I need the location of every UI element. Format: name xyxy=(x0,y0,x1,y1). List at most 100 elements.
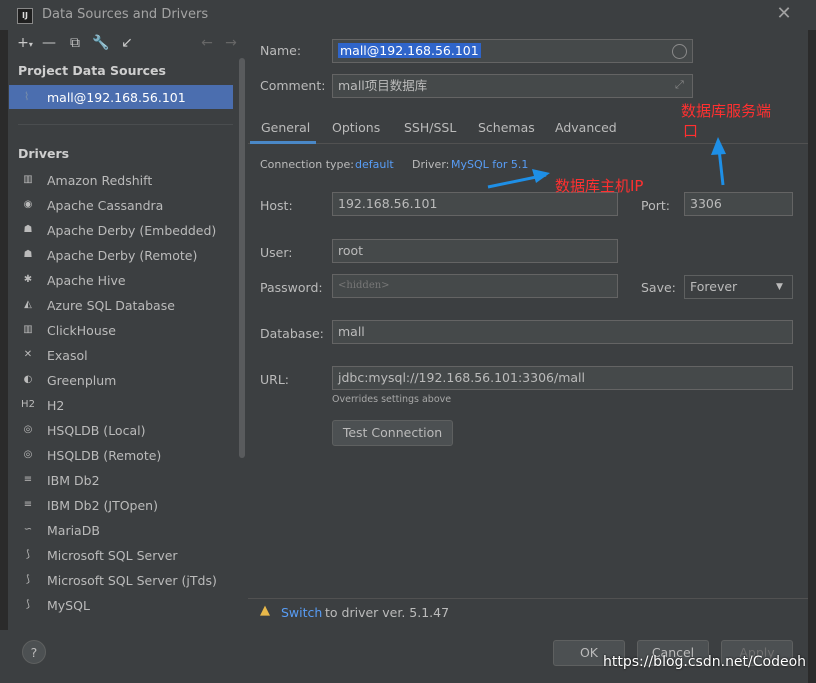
window-title: Data Sources and Drivers xyxy=(42,7,209,22)
driver-item[interactable]: H2 H2 xyxy=(20,393,235,417)
scrollbar-thumb[interactable] xyxy=(239,58,245,458)
eye-icon: ◉ xyxy=(23,199,33,210)
tab-active-indicator xyxy=(250,141,316,144)
driver-item[interactable]: ◉ Apache Cassandra xyxy=(20,193,235,217)
driver-item[interactable]: ▥ Amazon Redshift xyxy=(20,168,235,192)
driver-label: Azure SQL Database xyxy=(47,297,175,313)
mssql-icon: ⟆ xyxy=(26,574,30,585)
watermark: https://blog.csdn.net/Codeoh xyxy=(603,654,807,670)
port-label: Port: xyxy=(641,198,670,213)
driver-label: Amazon Redshift xyxy=(47,172,153,188)
save-select[interactable]: Forever ▼ xyxy=(684,275,793,299)
data-source-label: mall@192.168.56.101 xyxy=(47,90,186,105)
spiral-icon: ◎ xyxy=(23,449,33,460)
test-connection-button[interactable]: Test Connection xyxy=(332,420,453,446)
user-input[interactable]: root xyxy=(332,239,618,263)
driver-label: Driver: xyxy=(412,158,450,171)
database-label: Database: xyxy=(260,326,324,341)
ibm-icon: ≡ xyxy=(23,474,33,485)
driver-label: IBM Db2 (JTOpen) xyxy=(47,497,158,513)
connection-type-label: Connection type: xyxy=(260,158,355,171)
tab-schemas[interactable]: Schemas xyxy=(478,120,535,135)
h2-icon: H2 xyxy=(21,399,35,410)
connection-type-link[interactable]: default xyxy=(355,158,394,171)
ibm-icon: ≡ xyxy=(23,499,33,510)
driver-label: Apache Derby (Remote) xyxy=(47,247,198,263)
spiral-icon: ◎ xyxy=(23,424,33,435)
hat-icon: ☗ xyxy=(23,249,33,260)
url-input[interactable]: jdbc:mysql://192.168.56.101:3306/mall xyxy=(332,366,793,390)
driver-label: H2 xyxy=(47,397,65,413)
back-icon[interactable]: ← xyxy=(198,34,216,52)
drivers-heading: Drivers xyxy=(18,146,70,161)
driver-item[interactable]: ⟆ Microsoft SQL Server xyxy=(20,543,235,567)
driver-item[interactable]: ⟆ MySQL xyxy=(20,593,235,617)
driver-label: Apache Cassandra xyxy=(47,197,164,213)
password-label: Password: xyxy=(260,280,323,295)
driver-item[interactable]: ≡ IBM Db2 xyxy=(20,468,235,492)
name-value: mall@192.168.56.101 xyxy=(338,43,481,58)
annotation-arrows xyxy=(487,137,726,189)
forward-icon[interactable]: → xyxy=(222,34,240,52)
bars-icon: ▥ xyxy=(23,324,33,335)
driver-label: IBM Db2 xyxy=(47,472,100,488)
name-label: Name: xyxy=(260,43,302,58)
tab-general[interactable]: General xyxy=(261,120,310,135)
driver-item[interactable]: ✕ Exasol xyxy=(20,343,235,367)
remove-icon[interactable]: — xyxy=(40,34,58,52)
tab-advanced[interactable]: Advanced xyxy=(555,120,617,135)
color-circle-icon[interactable] xyxy=(672,44,687,59)
database-input[interactable]: mall xyxy=(332,320,793,344)
redshift-icon: ▥ xyxy=(23,174,33,185)
port-annotation-line1: 数据库服务端 xyxy=(681,102,772,120)
driver-item[interactable]: ≡ IBM Db2 (JTOpen) xyxy=(20,493,235,517)
driver-label: Greenplum xyxy=(47,372,117,388)
driver-item[interactable]: ∽ MariaDB xyxy=(20,518,235,542)
add-icon[interactable]: +▾ xyxy=(16,34,34,52)
driver-item[interactable]: ✱ Apache Hive xyxy=(20,268,235,292)
driver-item[interactable]: ◎ HSQLDB (Local) xyxy=(20,418,235,442)
dolphin-icon: ⟆ xyxy=(26,599,30,610)
bee-icon: ✱ xyxy=(23,274,33,285)
driver-label: HSQLDB (Remote) xyxy=(47,447,162,463)
driver-label: MySQL xyxy=(47,597,90,613)
import-icon[interactable]: ↙ xyxy=(118,34,136,52)
switch-link[interactable]: Switch xyxy=(281,605,322,620)
tab-ssh-ssl[interactable]: SSH/SSL xyxy=(404,120,456,135)
status-message: to driver ver. 5.1.47 xyxy=(325,605,450,620)
driver-item[interactable]: ▥ ClickHouse xyxy=(20,318,235,342)
driver-item[interactable]: ◎ HSQLDB (Remote) xyxy=(20,443,235,467)
port-input[interactable]: 3306 xyxy=(684,192,793,216)
window-edge xyxy=(808,30,816,683)
close-icon[interactable]: ✕ xyxy=(774,3,794,25)
driver-label: MariaDB xyxy=(47,522,100,538)
name-input[interactable]: mall@192.168.56.101 xyxy=(332,39,693,63)
mysql-source-icon: ⌇ xyxy=(24,90,30,103)
expand-icon[interactable]: ⤢ xyxy=(675,78,684,92)
save-select-value: Forever xyxy=(690,279,738,294)
driver-item[interactable]: ☗ Apache Derby (Embedded) xyxy=(20,218,235,242)
duplicate-icon[interactable]: ⧉ xyxy=(66,34,84,52)
seal-icon: ∽ xyxy=(23,524,33,535)
driver-item[interactable]: ⟆ Microsoft SQL Server (jTds) xyxy=(20,568,235,592)
url-hint: Overrides settings above xyxy=(332,394,452,405)
driver-label: Exasol xyxy=(47,347,88,363)
divider xyxy=(18,124,233,125)
driver-label: Microsoft SQL Server xyxy=(47,547,178,563)
comment-label: Comment: xyxy=(260,78,326,93)
mssql-icon: ⟆ xyxy=(26,549,30,560)
help-button[interactable]: ? xyxy=(22,640,46,664)
comment-input[interactable]: mall项目数据库 xyxy=(332,74,693,98)
driver-label: ClickHouse xyxy=(47,322,116,338)
host-label: Host: xyxy=(260,198,293,213)
tab-options[interactable]: Options xyxy=(332,120,380,135)
url-label: URL: xyxy=(260,372,290,387)
driver-item[interactable]: ◐ Greenplum xyxy=(20,368,235,392)
driver-label: Apache Hive xyxy=(47,272,126,288)
chevron-down-icon: ▼ xyxy=(776,282,783,292)
circle-icon: ◐ xyxy=(23,374,33,385)
driver-item[interactable]: ◭ Azure SQL Database xyxy=(20,293,235,317)
wrench-icon[interactable]: 🔧 xyxy=(92,34,110,52)
driver-item[interactable]: ☗ Apache Derby (Remote) xyxy=(20,243,235,267)
password-input[interactable]: <hidden> xyxy=(332,274,618,298)
